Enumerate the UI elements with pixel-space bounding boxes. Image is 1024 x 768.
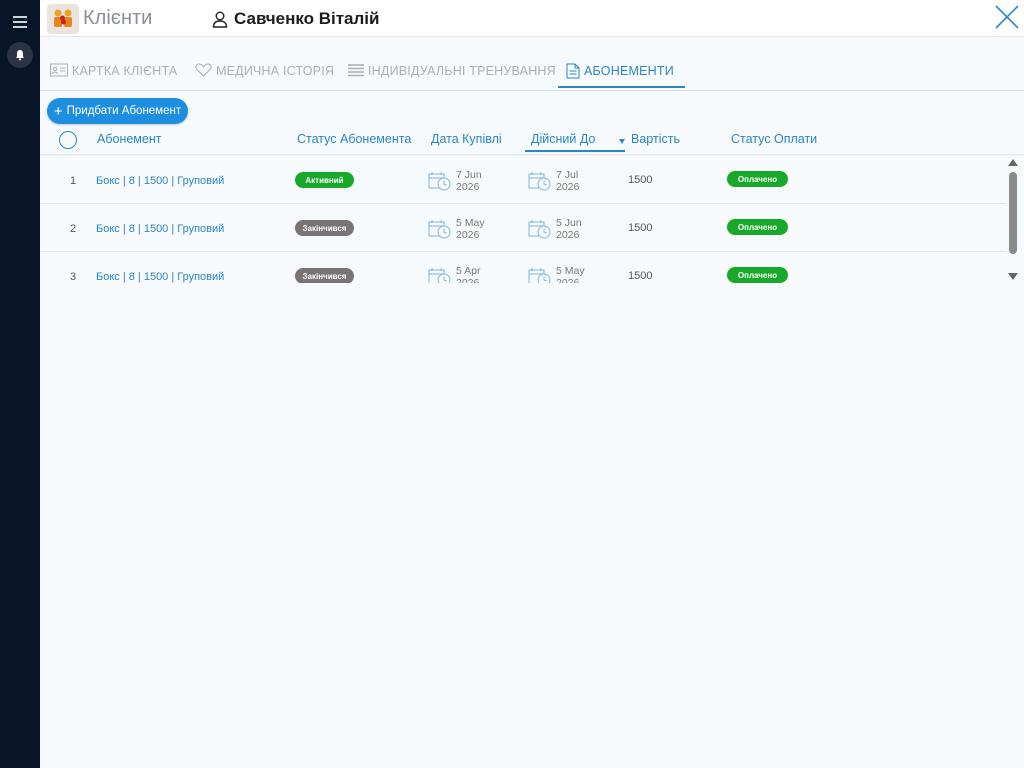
date-year: 2026 [556,181,580,193]
app-logo [47,4,79,34]
date-year: 2026 [456,229,480,241]
left-rail [0,0,40,768]
tab-medical-history[interactable]: МЕДИЧНА ІСТОРІЯ [195,63,335,90]
row-number: 3 [70,271,77,283]
boxers-logo-icon [54,9,72,27]
status-badge: Закінчився [295,268,354,283]
table-scrollbar[interactable] [1007,156,1019,282]
column-header-status[interactable]: Статус Абонемента [297,132,411,146]
calendar-clock-icon [528,220,551,239]
column-header-purchase-date[interactable]: Дата Купівлі [431,132,502,146]
header: Клієнти Савченко Віталій [40,0,1024,37]
tab-label: ІНДИВІДУАЛЬНІ ТРЕНУВАННЯ [368,64,556,78]
payment-status-badge: Оплачено [727,171,788,187]
user-name: Савченко Віталій [234,9,380,28]
scrollbar-thumb[interactable] [1009,172,1017,254]
scroll-up-icon[interactable] [1008,159,1018,166]
table-header: Абонемент Статус Абонемента Дата Купівлі… [40,126,1024,155]
price-value: 1500 [628,270,653,282]
calendar-clock-icon [428,220,451,239]
subscription-link[interactable]: Бокс | 8 | 1500 | Груповий [96,271,224,283]
calendar-clock-icon [528,268,551,283]
status-badge: Активний [295,172,354,188]
sort-descending-icon[interactable] [619,139,625,144]
purchase-date: 5 May 2026 [428,217,485,241]
user-icon [212,11,228,28]
close-icon[interactable] [992,2,1022,32]
add-subscription-button[interactable]: + Придбати Абонемент [47,98,188,124]
payment-status-badge: Оплачено [727,219,788,235]
date-day: 7 Jul [556,169,579,181]
calendar-clock-icon [428,172,451,191]
document-icon [566,63,580,79]
date-year: 2026 [456,181,480,193]
column-header-valid-until[interactable]: Дійсний До [525,132,625,152]
table-row[interactable]: 3 Бокс | 8 | 1500 | Груповий Закінчився … [40,251,1006,283]
tab-label: МЕДИЧНА ІСТОРІЯ [216,64,335,78]
calendar-clock-icon [528,172,551,191]
purchase-date: 7 Jun 2026 [428,169,482,193]
status-badge: Закінчився [295,220,354,236]
scroll-down-icon[interactable] [1008,273,1018,280]
app-title: Клієнти [83,7,153,29]
row-number: 1 [70,175,77,187]
purchase-date: 5 Apr 2026 [428,265,481,283]
id-card-icon [50,63,68,77]
tab-bar: КАРТКА КЛІЄНТА МЕДИЧНА ІСТОРІЯ ІНДИВІДУА… [40,60,1024,91]
tab-individual-trainings[interactable]: ІНДИВІДУАЛЬНІ ТРЕНУВАННЯ [348,64,556,90]
user-info: Савченко Віталій [212,9,379,29]
date-year: 2026 [556,229,580,241]
column-header-payment-status[interactable]: Статус Оплати [731,132,817,146]
row-number: 2 [70,223,77,235]
add-subscription-label: Придбати Абонемент [66,105,182,117]
subscriptions-table: 1 Бокс | 8 | 1500 | Груповий Активний 7 … [40,155,1006,283]
column-header-price[interactable]: Вартість [631,132,680,146]
subscription-link[interactable]: Бокс | 8 | 1500 | Груповий [96,175,224,187]
table-row[interactable]: 2 Бокс | 8 | 1500 | Груповий Закінчився … [40,203,1006,252]
tab-label: КАРТКА КЛІЄНТА [72,64,178,78]
hamburger-menu-icon[interactable] [13,16,27,28]
list-icon [348,64,364,77]
plus-icon: + [53,102,63,120]
date-day: 5 May [456,217,485,229]
select-all-checkbox[interactable] [59,131,77,149]
valid-until-date: 5 Jun 2026 [528,217,582,241]
heart-icon [195,63,212,77]
date-day: 5 Jun [556,217,582,229]
table-row[interactable]: 1 Бокс | 8 | 1500 | Груповий Активний 7 … [40,155,1006,204]
valid-until-date: 5 May 2026 [528,265,585,283]
price-value: 1500 [628,222,653,234]
calendar-clock-icon [428,268,451,283]
subscription-link[interactable]: Бокс | 8 | 1500 | Груповий [96,223,224,235]
date-year: 2026 [556,277,580,283]
tab-client-card[interactable]: КАРТКА КЛІЄНТА [50,63,178,90]
notifications-button[interactable] [7,42,33,68]
bell-icon [16,50,24,61]
date-year: 2026 [456,277,480,283]
payment-status-badge: Оплачено [727,267,788,283]
date-day: 7 Jun [456,169,482,181]
tab-subscriptions[interactable]: АБОНЕМЕНТИ [558,63,685,88]
price-value: 1500 [628,174,653,186]
valid-until-date: 7 Jul 2026 [528,169,579,193]
tab-label: АБОНЕМЕНТИ [584,64,674,78]
column-header-subscription[interactable]: Абонемент [97,132,161,146]
date-day: 5 Apr [456,265,481,277]
date-day: 5 May [556,265,585,277]
